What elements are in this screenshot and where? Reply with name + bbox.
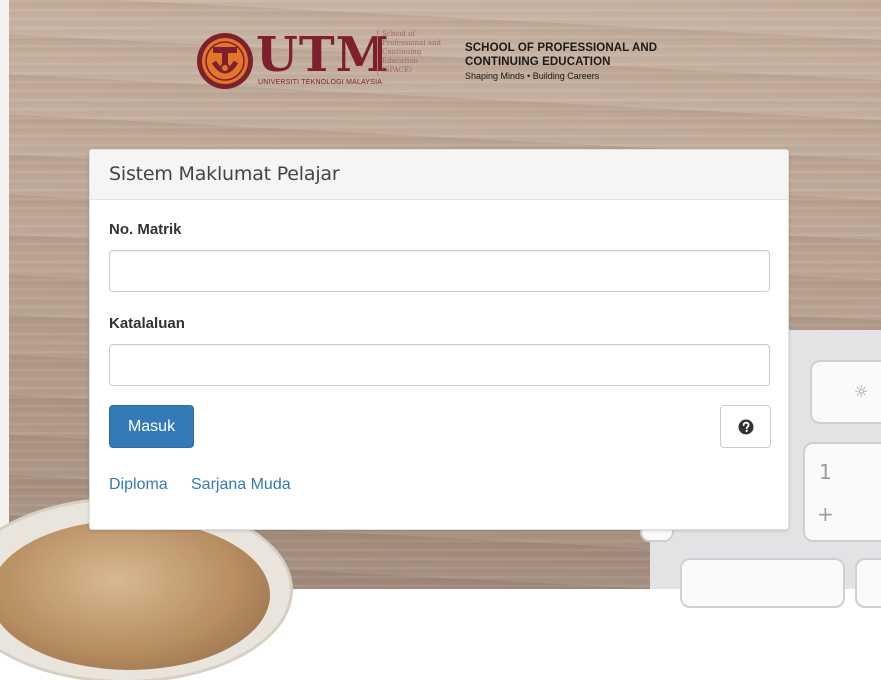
keyboard-key-brightness: ☼ (810, 360, 881, 424)
utm-wordmark: UTM (256, 27, 390, 83)
space-line: Continuing (382, 48, 422, 56)
login-button[interactable]: Masuk (109, 405, 194, 448)
brightness-icon: ☼ (854, 382, 869, 401)
sarjana-muda-link[interactable]: Sarjana Muda (191, 476, 291, 494)
login-panel: Sistem Maklumat Pelajar No. Matrik Katal… (89, 149, 789, 530)
space-wordmark: School of Professional and Continuing Ed… (377, 30, 444, 75)
question-circle-icon (738, 419, 753, 434)
keyboard-key (680, 558, 845, 608)
coffee-surface (0, 520, 270, 670)
utm-subtext: UNIVERSITI TEKNOLOGI MALAYSIA (258, 79, 383, 86)
space-line: Professional and (382, 39, 441, 47)
space-line: (SPACE) (382, 66, 412, 74)
key-label-one: 1 (819, 460, 832, 484)
school-title-line: SCHOOL OF PROFESSIONAL AND (465, 42, 658, 54)
password-label: Katalaluan (109, 315, 185, 332)
space-line: Education (382, 57, 418, 65)
space-line: School of (382, 30, 415, 38)
school-title-line: CONTINUING EDUCATION (465, 56, 611, 68)
diploma-link[interactable]: Diploma (109, 476, 168, 494)
panel-title: Sistem Maklumat Pelajar (109, 163, 340, 185)
school-title: SCHOOL OF PROFESSIONAL AND CONTINUING ED… (465, 41, 657, 69)
keyboard-key-one: 1 + (803, 442, 881, 542)
key-label-plus: + (817, 502, 834, 526)
panel-heading: Sistem Maklumat Pelajar (90, 150, 788, 200)
matric-label: No. Matrik (109, 221, 182, 238)
utm-seal-icon (197, 33, 253, 89)
help-button[interactable] (720, 405, 771, 448)
keyboard-key (855, 558, 881, 608)
password-input[interactable] (109, 344, 770, 386)
background-edge (0, 0, 9, 589)
utm-space-logo: UTM UNIVERSITI TEKNOLOGI MALAYSIA School… (196, 28, 686, 92)
matric-input[interactable] (109, 250, 770, 292)
school-tagline: Shaping Minds • Building Careers (465, 71, 600, 81)
